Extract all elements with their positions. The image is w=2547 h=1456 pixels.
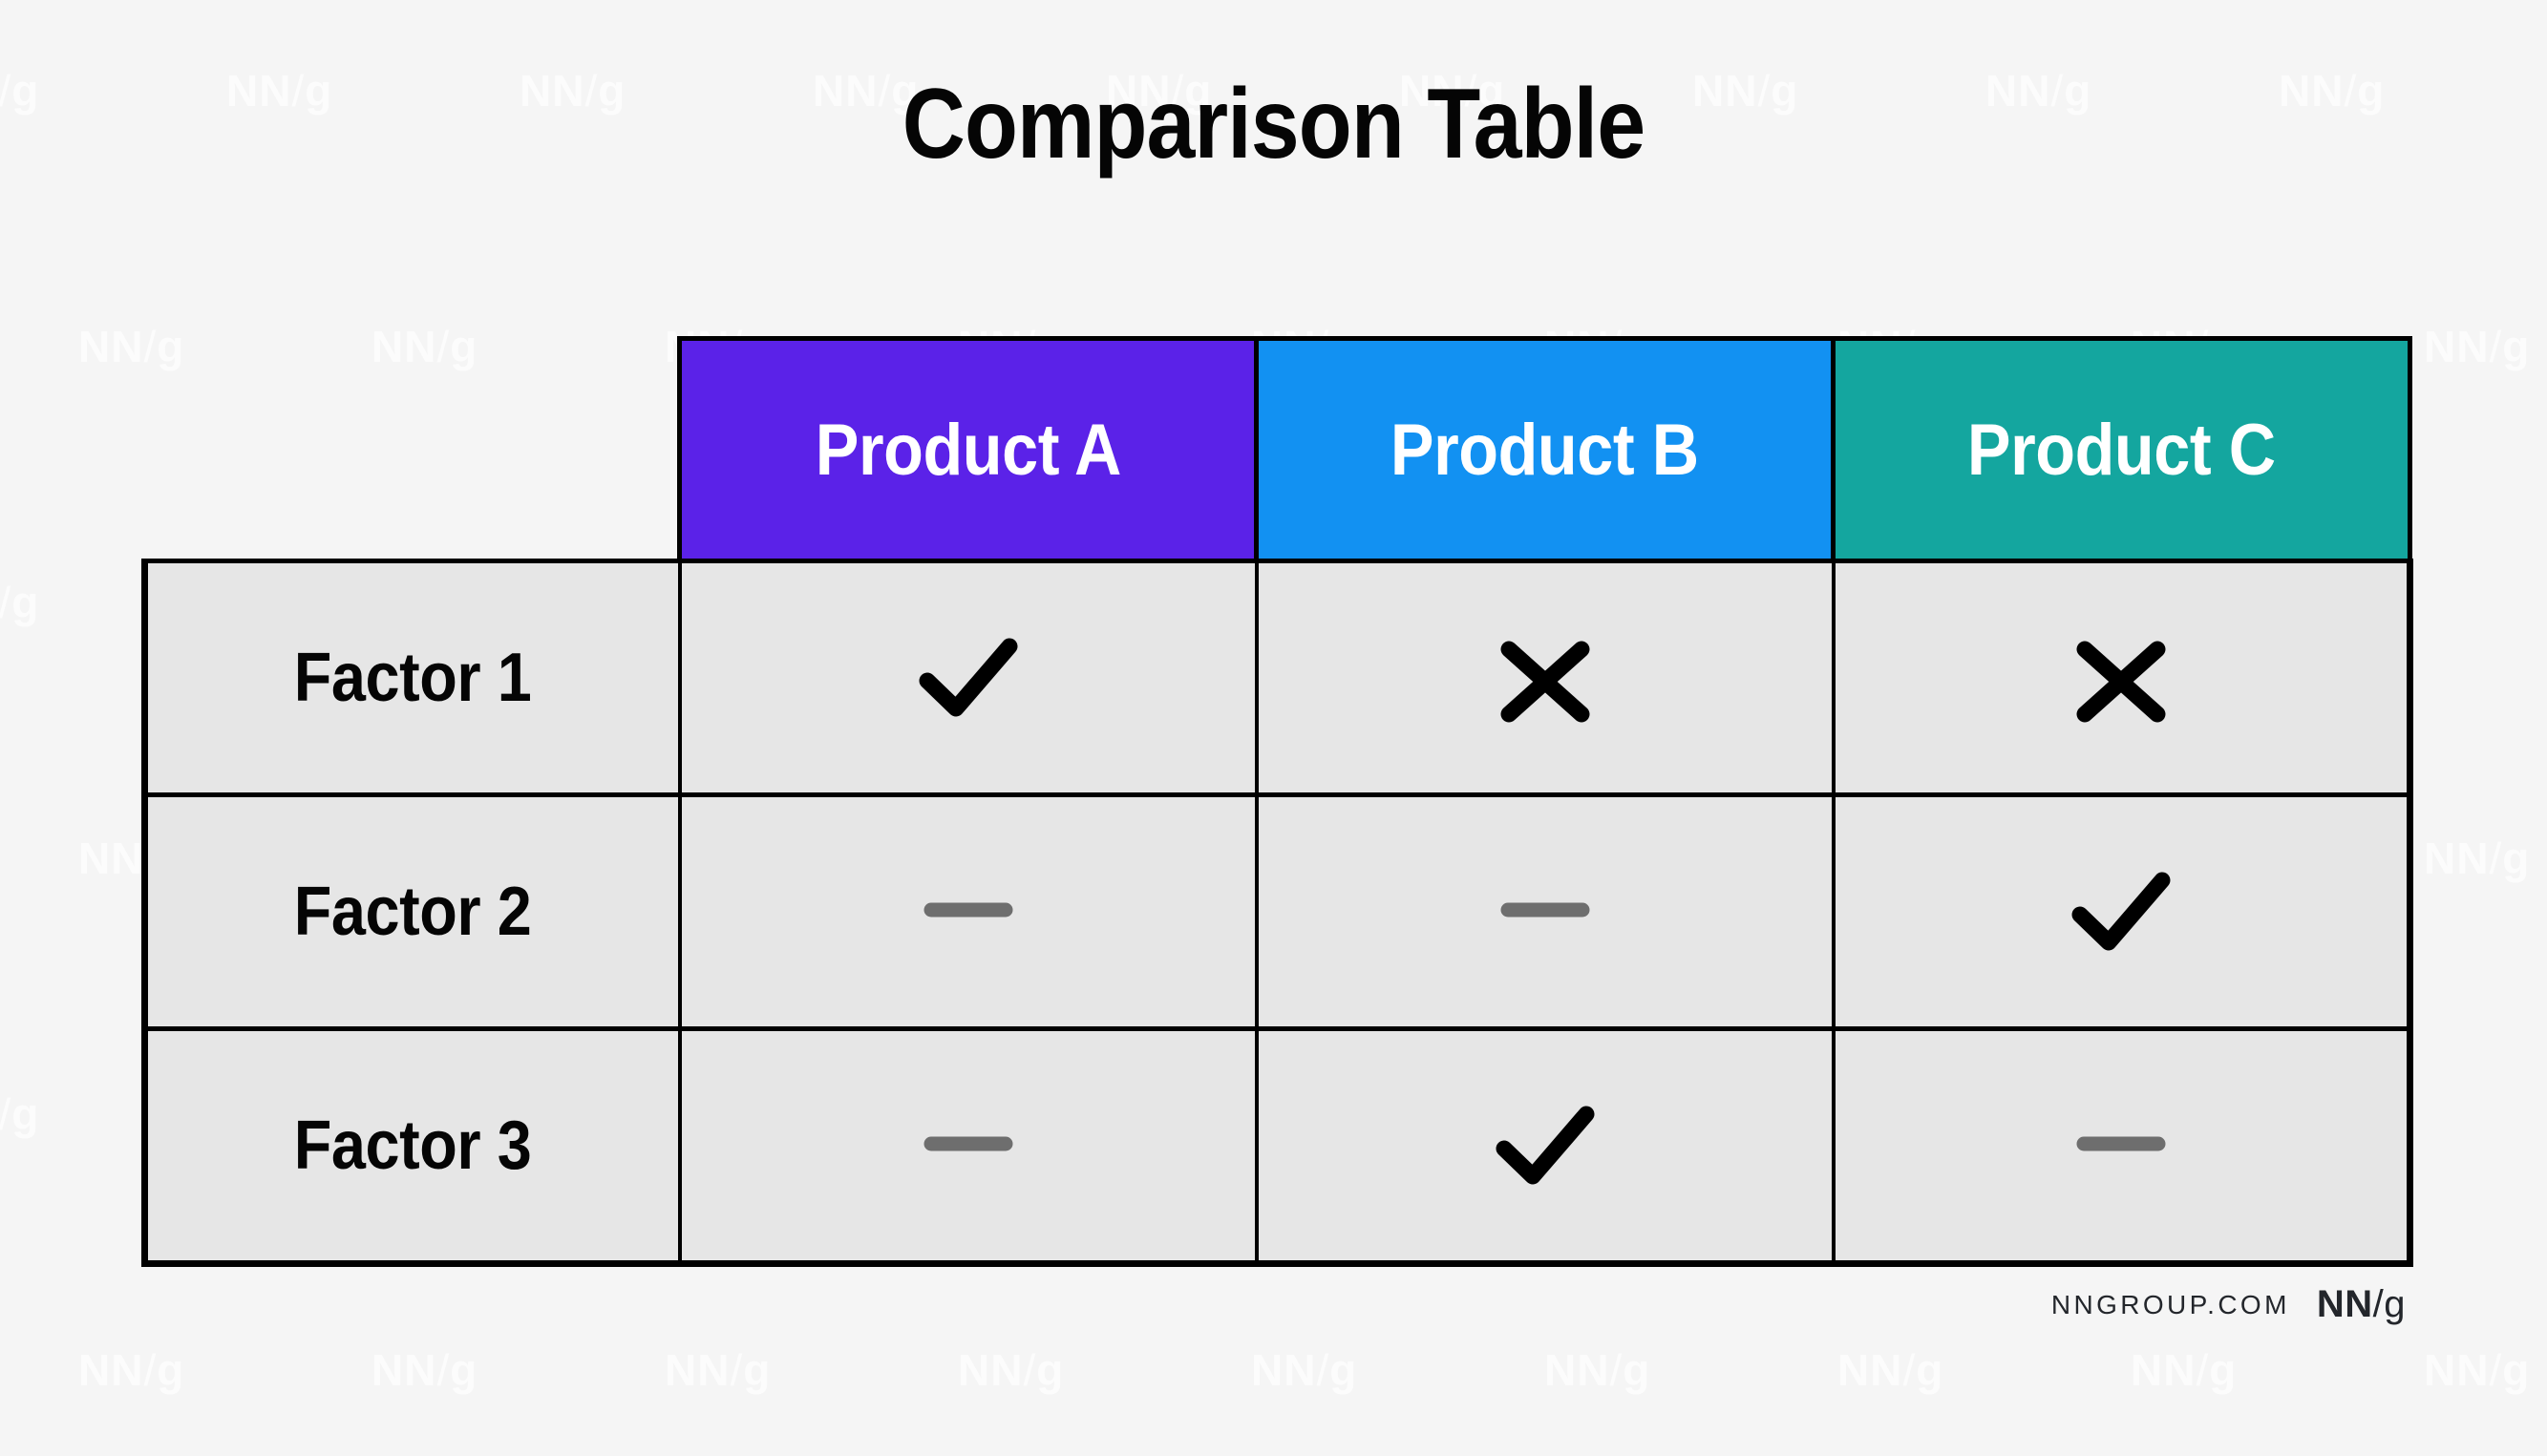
dash-icon <box>902 848 1035 972</box>
nng-logo-g: g <box>2384 1283 2406 1325</box>
cell-factor-2-product-b[interactable] <box>1254 792 1836 1031</box>
row-header-factor-2: Factor 2 <box>141 792 682 1031</box>
column-header-label: Product B <box>1390 409 1699 491</box>
poster-canvas: Comparison Table Product A Product B Pro… <box>0 0 2547 1456</box>
cell-factor-2-product-a[interactable] <box>677 792 1259 1031</box>
nng-logo-slash: / <box>2372 1283 2385 1325</box>
column-header-product-a[interactable]: Product A <box>677 336 1259 563</box>
dash-icon <box>902 1082 1035 1206</box>
table-row: Factor 2 <box>141 792 2413 1031</box>
check-icon <box>2054 848 2188 972</box>
column-header-label: Product C <box>1967 409 2276 491</box>
column-header-label: Product A <box>815 409 1121 491</box>
nng-logo: NN/g <box>2317 1283 2406 1326</box>
cell-factor-2-product-c[interactable] <box>1831 792 2413 1031</box>
row-header-factor-3: Factor 3 <box>141 1026 682 1267</box>
column-header-product-c[interactable]: Product C <box>1831 336 2412 563</box>
row-header-label: Factor 3 <box>294 1108 532 1184</box>
row-header-label: Factor 2 <box>294 874 532 950</box>
cross-icon <box>2054 614 2188 738</box>
page-title: Comparison Table <box>902 69 1645 179</box>
header-corner-cell <box>145 339 680 561</box>
cell-factor-1-product-c[interactable] <box>1831 559 2413 797</box>
row-header-label: Factor 1 <box>294 640 532 716</box>
dash-icon <box>2054 1082 2188 1206</box>
cross-icon <box>1478 614 1612 738</box>
cell-factor-3-product-a[interactable] <box>677 1026 1259 1267</box>
table-row: Factor 3 <box>141 1026 2413 1267</box>
table-body: Factor 1 Factor 2 Factor 3 <box>141 559 2413 1267</box>
cell-factor-3-product-c[interactable] <box>1831 1026 2413 1267</box>
column-header-product-b[interactable]: Product B <box>1254 336 1836 563</box>
row-header-factor-1: Factor 1 <box>141 559 682 797</box>
comparison-table: Product A Product B Product C Factor 1 Fa… <box>141 336 2413 1267</box>
table-header-row: Product A Product B Product C <box>145 336 2412 563</box>
footer: NNGROUP.COM NN/g <box>2051 1283 2406 1326</box>
check-icon <box>1478 1082 1612 1206</box>
dash-icon <box>1478 848 1612 972</box>
cell-factor-1-product-b[interactable] <box>1254 559 1836 797</box>
footer-url: NNGROUP.COM <box>2050 1289 2290 1319</box>
cell-factor-3-product-b[interactable] <box>1254 1026 1836 1267</box>
nng-logo-nn: NN <box>2316 1283 2373 1325</box>
cell-factor-1-product-a[interactable] <box>677 559 1259 797</box>
check-icon <box>902 614 1035 738</box>
table-row: Factor 1 <box>141 559 2413 797</box>
